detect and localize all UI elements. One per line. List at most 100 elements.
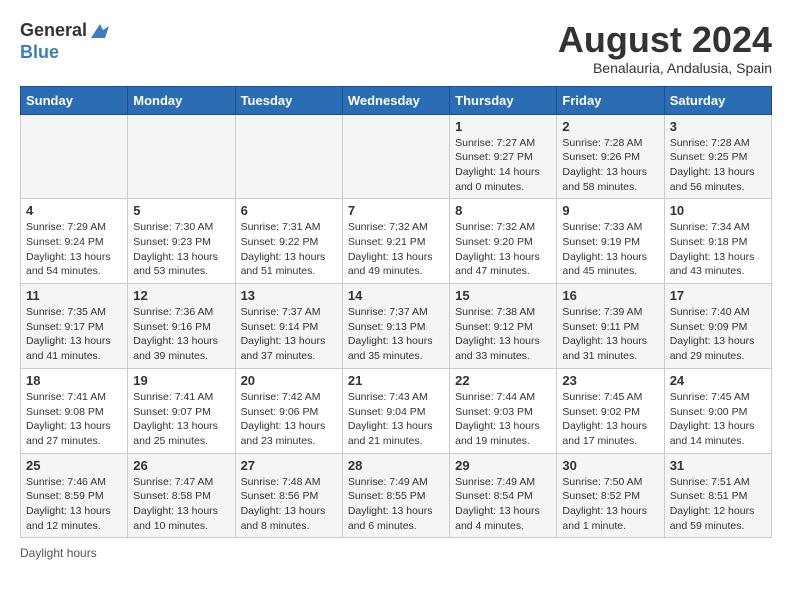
- table-row: 18 Sunrise: 7:41 AM Sunset: 9:08 PM Dayli…: [21, 368, 128, 453]
- table-row: 27Sunrise: 7:48 AM Sunset: 8:56 PM Dayli…: [235, 453, 342, 538]
- table-row: 2Sunrise: 7:28 AM Sunset: 9:26 PM Daylig…: [557, 114, 664, 199]
- day-detail: Sunrise: 7:47 AM Sunset: 8:58 PM Dayligh…: [133, 475, 229, 534]
- day-number: 16: [562, 288, 658, 303]
- day-number: 4: [26, 203, 122, 218]
- day-detail: Sunrise: 7:49 AM Sunset: 8:54 PM Dayligh…: [455, 475, 551, 534]
- header-monday: Monday: [128, 86, 235, 114]
- day-number: 20: [241, 373, 337, 388]
- day-number: 26: [133, 458, 229, 473]
- day-detail: Sunrise: 7:41 AM Sunset: 9:08 PM Dayligh…: [26, 390, 122, 449]
- day-detail: Sunrise: 7:32 AM Sunset: 9:21 PM Dayligh…: [348, 220, 444, 279]
- table-row: [21, 114, 128, 199]
- title-section: August 2024 Benalauria, Andalusia, Spain: [558, 20, 772, 76]
- table-row: [342, 114, 449, 199]
- month-year-title: August 2024: [558, 20, 772, 60]
- calendar-week-row: 18 Sunrise: 7:41 AM Sunset: 9:08 PM Dayli…: [21, 368, 772, 453]
- day-number: 5: [133, 203, 229, 218]
- day-detail: Sunrise: 7:36 AM Sunset: 9:16 PM Dayligh…: [133, 305, 229, 364]
- day-detail: Sunrise: 7:38 AM Sunset: 9:12 PM Dayligh…: [455, 305, 551, 364]
- day-detail: Sunrise: 7:34 AM Sunset: 9:18 PM Dayligh…: [670, 220, 766, 279]
- logo-text: General: [20, 20, 111, 42]
- day-detail: Sunrise: 7:29 AM Sunset: 9:24 PM Dayligh…: [26, 220, 122, 279]
- day-detail: Sunrise: 7:43 AM Sunset: 9:04 PM Dayligh…: [348, 390, 444, 449]
- table-row: 23 Sunrise: 7:45 AM Sunset: 9:02 PM Dayli…: [557, 368, 664, 453]
- table-row: 3Sunrise: 7:28 AM Sunset: 9:25 PM Daylig…: [664, 114, 771, 199]
- day-detail: Sunrise: 7:45 AM Sunset: 9:02 PM Dayligh…: [562, 390, 658, 449]
- day-number: 24: [670, 373, 766, 388]
- day-number: 17: [670, 288, 766, 303]
- day-detail: Sunrise: 7:32 AM Sunset: 9:20 PM Dayligh…: [455, 220, 551, 279]
- day-number: 23: [562, 373, 658, 388]
- footer-note: Daylight hours: [20, 546, 772, 560]
- day-number: 28: [348, 458, 444, 473]
- table-row: 12 Sunrise: 7:36 AM Sunset: 9:16 PM Dayli…: [128, 284, 235, 369]
- table-row: 13 Sunrise: 7:37 AM Sunset: 9:14 PM Dayli…: [235, 284, 342, 369]
- day-detail: Sunrise: 7:40 AM Sunset: 9:09 PM Dayligh…: [670, 305, 766, 364]
- calendar-week-row: 4 Sunrise: 7:29 AM Sunset: 9:24 PM Daylig…: [21, 199, 772, 284]
- day-number: 18: [26, 373, 122, 388]
- day-number: 15: [455, 288, 551, 303]
- day-number: 12: [133, 288, 229, 303]
- calendar-week-row: 1 Sunrise: 7:27 AM Sunset: 9:27 PM Daylig…: [21, 114, 772, 199]
- day-number: 14: [348, 288, 444, 303]
- table-row: 15 Sunrise: 7:38 AM Sunset: 9:12 PM Dayli…: [450, 284, 557, 369]
- table-row: 14 Sunrise: 7:37 AM Sunset: 9:13 PM Dayli…: [342, 284, 449, 369]
- table-row: 17 Sunrise: 7:40 AM Sunset: 9:09 PM Dayli…: [664, 284, 771, 369]
- day-number: 31: [670, 458, 766, 473]
- day-detail: Sunrise: 7:41 AM Sunset: 9:07 PM Dayligh…: [133, 390, 229, 449]
- day-number: 13: [241, 288, 337, 303]
- logo: General Blue: [20, 20, 111, 64]
- table-row: 10 Sunrise: 7:34 AM Sunset: 9:18 PM Dayli…: [664, 199, 771, 284]
- header-friday: Friday: [557, 86, 664, 114]
- day-number: 22: [455, 373, 551, 388]
- day-detail: Sunrise: 7:37 AM Sunset: 9:13 PM Dayligh…: [348, 305, 444, 364]
- calendar-header: Sunday Monday Tuesday Wednesday Thursday…: [21, 86, 772, 114]
- table-row: 26 Sunrise: 7:47 AM Sunset: 8:58 PM Dayli…: [128, 453, 235, 538]
- day-number: 7: [348, 203, 444, 218]
- day-detail: Sunrise: 7:45 AM Sunset: 9:00 PM Dayligh…: [670, 390, 766, 449]
- table-row: 1 Sunrise: 7:27 AM Sunset: 9:27 PM Daylig…: [450, 114, 557, 199]
- header-wednesday: Wednesday: [342, 86, 449, 114]
- table-row: 31 Sunrise: 7:51 AM Sunset: 8:51 PM Dayli…: [664, 453, 771, 538]
- day-number: 25: [26, 458, 122, 473]
- day-detail: Sunrise: 7:51 AM Sunset: 8:51 PM Dayligh…: [670, 475, 766, 534]
- day-number: 10: [670, 203, 766, 218]
- day-detail: Sunrise: 7:30 AM Sunset: 9:23 PM Dayligh…: [133, 220, 229, 279]
- logo-subtext: Blue: [20, 42, 111, 64]
- page-header: General Blue August 2024 Benalauria, And…: [20, 20, 772, 76]
- table-row: 22Sunrise: 7:44 AM Sunset: 9:03 PM Dayli…: [450, 368, 557, 453]
- day-detail: Sunrise: 7:46 AM Sunset: 8:59 PM Dayligh…: [26, 475, 122, 534]
- day-detail: Sunrise: 7:49 AM Sunset: 8:55 PM Dayligh…: [348, 475, 444, 534]
- table-row: [235, 114, 342, 199]
- day-number: 21: [348, 373, 444, 388]
- day-detail: Sunrise: 7:50 AM Sunset: 8:52 PM Dayligh…: [562, 475, 658, 534]
- table-row: [128, 114, 235, 199]
- table-row: 30Sunrise: 7:50 AM Sunset: 8:52 PM Dayli…: [557, 453, 664, 538]
- day-detail: Sunrise: 7:31 AM Sunset: 9:22 PM Dayligh…: [241, 220, 337, 279]
- table-row: 7 Sunrise: 7:32 AM Sunset: 9:21 PM Daylig…: [342, 199, 449, 284]
- day-detail: Sunrise: 7:27 AM Sunset: 9:27 PM Dayligh…: [455, 136, 551, 195]
- table-row: 21 Sunrise: 7:43 AM Sunset: 9:04 PM Dayli…: [342, 368, 449, 453]
- day-number: 6: [241, 203, 337, 218]
- logo-bird-icon: [89, 20, 111, 42]
- table-row: 6 Sunrise: 7:31 AM Sunset: 9:22 PM Daylig…: [235, 199, 342, 284]
- table-row: 20Sunrise: 7:42 AM Sunset: 9:06 PM Dayli…: [235, 368, 342, 453]
- day-number: 1: [455, 119, 551, 134]
- day-number: 19: [133, 373, 229, 388]
- table-row: 4 Sunrise: 7:29 AM Sunset: 9:24 PM Daylig…: [21, 199, 128, 284]
- header-tuesday: Tuesday: [235, 86, 342, 114]
- table-row: 8Sunrise: 7:32 AM Sunset: 9:20 PM Daylig…: [450, 199, 557, 284]
- table-row: 9Sunrise: 7:33 AM Sunset: 9:19 PM Daylig…: [557, 199, 664, 284]
- header-saturday: Saturday: [664, 86, 771, 114]
- day-number: 2: [562, 119, 658, 134]
- day-detail: Sunrise: 7:39 AM Sunset: 9:11 PM Dayligh…: [562, 305, 658, 364]
- calendar-body: 1 Sunrise: 7:27 AM Sunset: 9:27 PM Daylig…: [21, 114, 772, 538]
- day-detail: Sunrise: 7:33 AM Sunset: 9:19 PM Dayligh…: [562, 220, 658, 279]
- table-row: 5 Sunrise: 7:30 AM Sunset: 9:23 PM Daylig…: [128, 199, 235, 284]
- day-number: 11: [26, 288, 122, 303]
- day-number: 29: [455, 458, 551, 473]
- day-detail: Sunrise: 7:37 AM Sunset: 9:14 PM Dayligh…: [241, 305, 337, 364]
- table-row: 11Sunrise: 7:35 AM Sunset: 9:17 PM Dayli…: [21, 284, 128, 369]
- calendar-week-row: 25 Sunrise: 7:46 AM Sunset: 8:59 PM Dayli…: [21, 453, 772, 538]
- day-detail: Sunrise: 7:28 AM Sunset: 9:25 PM Dayligh…: [670, 136, 766, 195]
